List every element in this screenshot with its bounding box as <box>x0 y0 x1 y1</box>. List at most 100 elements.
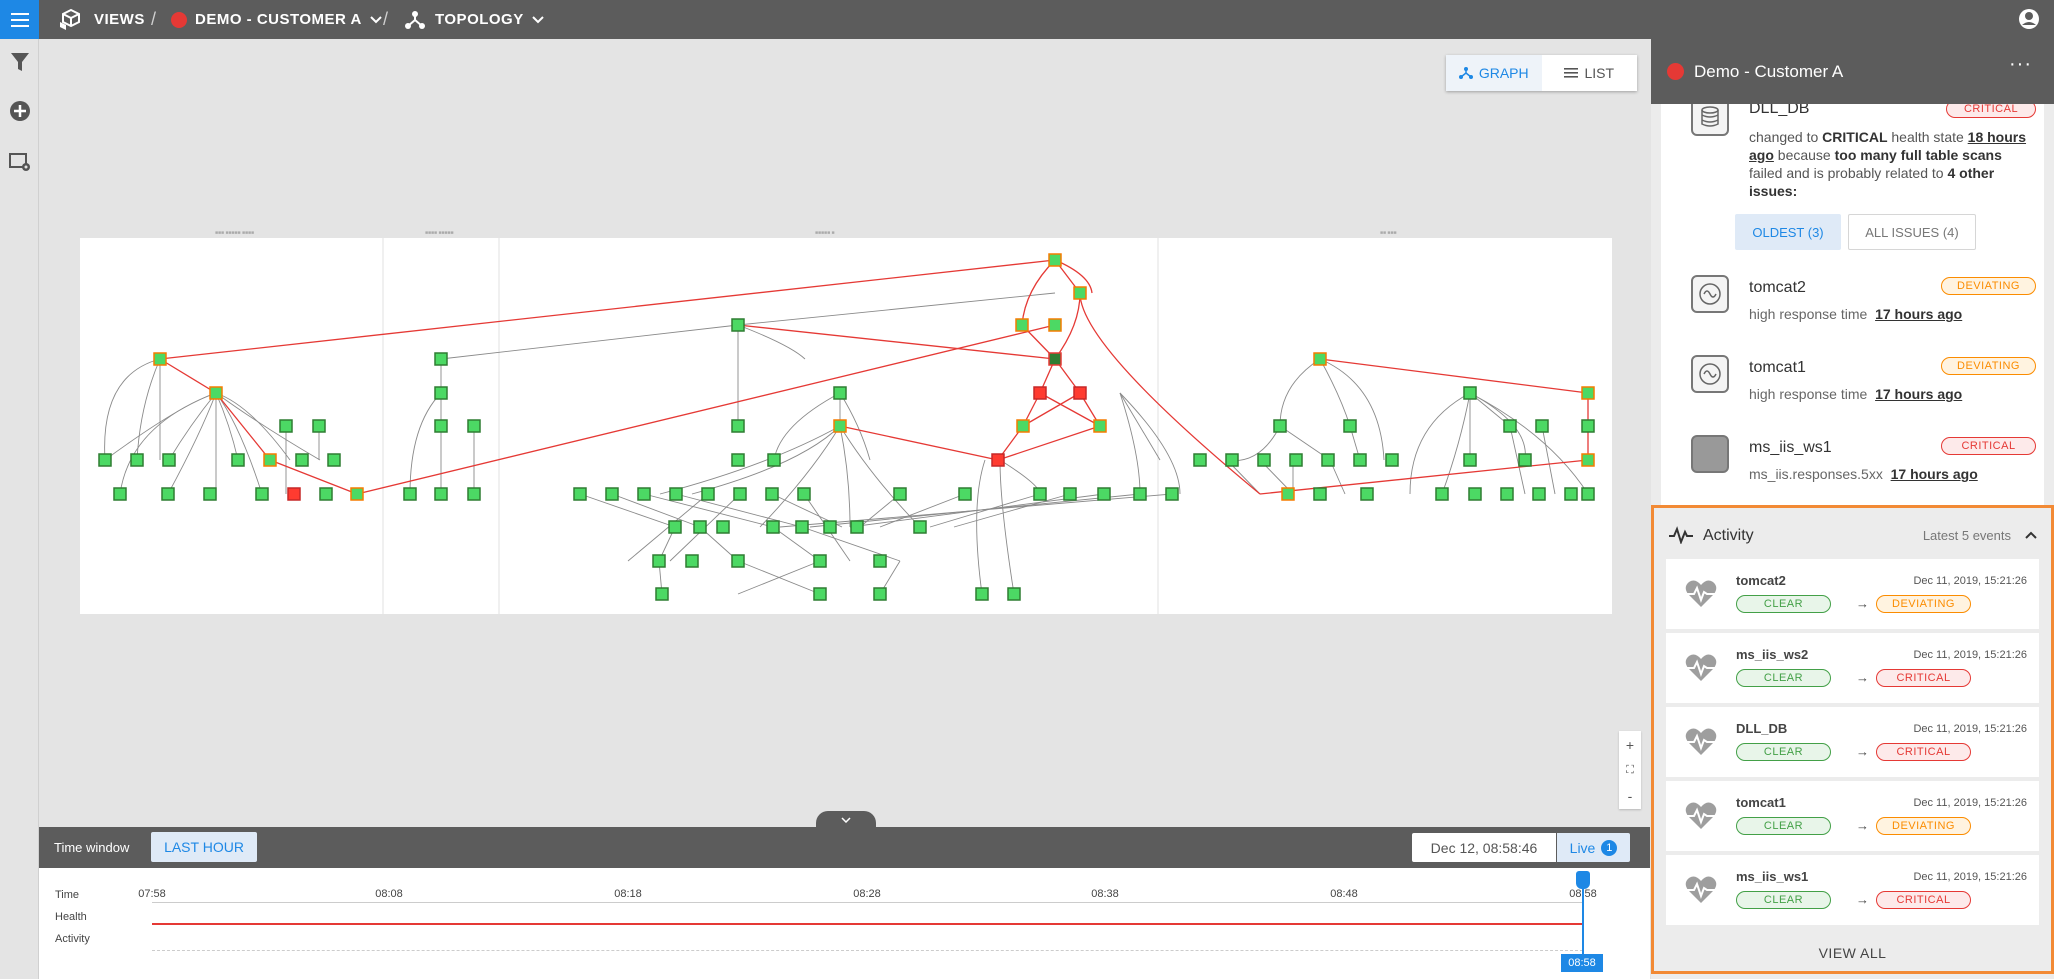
topology-node[interactable] <box>1273 419 1287 433</box>
current-date[interactable]: Dec 12, 08:58:46 <box>1412 833 1556 862</box>
topology-node[interactable] <box>1435 487 1449 501</box>
topology-node[interactable] <box>1532 487 1546 501</box>
topology-node[interactable] <box>1015 318 1029 332</box>
topology-node[interactable] <box>766 520 780 534</box>
settings-icon[interactable] <box>7 149 33 175</box>
topology-node[interactable] <box>350 487 364 501</box>
topology-node[interactable] <box>850 520 864 534</box>
topology-node[interactable] <box>813 554 827 568</box>
topology-node[interactable] <box>434 419 448 433</box>
filter-icon[interactable] <box>7 49 33 75</box>
topology-node[interactable] <box>669 487 683 501</box>
topology-node[interactable] <box>279 419 293 433</box>
topology-node[interactable] <box>1353 453 1367 467</box>
topology-node[interactable] <box>1313 487 1327 501</box>
topology-node[interactable] <box>731 419 745 433</box>
topology-node[interactable] <box>652 554 666 568</box>
topology-node[interactable] <box>434 487 448 501</box>
topology-node[interactable] <box>975 587 989 601</box>
topology-node[interactable] <box>573 487 587 501</box>
topology-node[interactable] <box>1073 286 1087 300</box>
topology-node[interactable] <box>797 487 811 501</box>
zoom-out-icon[interactable]: - <box>1628 788 1633 804</box>
topology-node[interactable] <box>203 487 217 501</box>
topology-node[interactable] <box>833 386 847 400</box>
add-icon[interactable] <box>7 98 33 124</box>
timeline[interactable]: Time Health Activity 07:58 08:08 08:18 0… <box>39 868 1650 979</box>
topology-node[interactable] <box>467 487 481 501</box>
topology-node[interactable] <box>209 386 223 400</box>
topology-node[interactable] <box>1581 419 1595 433</box>
chevron-up-icon[interactable] <box>2025 531 2037 539</box>
topology-node[interactable] <box>958 487 972 501</box>
topology-node[interactable] <box>1581 386 1595 400</box>
topology-node[interactable] <box>1033 386 1047 400</box>
activity-item[interactable]: DLL_DB Dec 11, 2019, 15:21:26 CLEAR → CRITIC… <box>1666 707 2039 777</box>
topology-node[interactable] <box>434 386 448 400</box>
topology-node[interactable] <box>1093 419 1107 433</box>
topology-node[interactable] <box>1535 419 1549 433</box>
timeline-cursor-handle[interactable] <box>1576 871 1590 889</box>
tab-all-issues[interactable]: ALL ISSUES (4) <box>1848 214 1976 250</box>
topology-node[interactable] <box>1463 386 1477 400</box>
topology-node[interactable] <box>1048 253 1062 267</box>
topology-node[interactable] <box>731 318 745 332</box>
topology-node[interactable] <box>113 487 127 501</box>
topology-node[interactable] <box>255 487 269 501</box>
time-link[interactable]: 17 hours ago <box>1875 386 1962 402</box>
topology-node[interactable] <box>327 453 341 467</box>
topology-node[interactable] <box>731 554 745 568</box>
topology-node[interactable] <box>98 453 112 467</box>
breadcrumb-customer[interactable]: DEMO - CUSTOMER A <box>171 0 382 39</box>
view-all-button[interactable]: VIEW ALL <box>1666 935 2039 971</box>
topology-node[interactable] <box>1463 453 1477 467</box>
topology-node[interactable] <box>1281 487 1295 501</box>
topology-node[interactable] <box>153 352 167 366</box>
topology-node[interactable] <box>1048 318 1062 332</box>
time-link[interactable]: 17 hours ago <box>1875 306 1962 322</box>
more-options-icon[interactable]: ··· <box>2009 53 2032 76</box>
topology-node[interactable] <box>1165 487 1179 501</box>
topology-node[interactable] <box>434 352 448 366</box>
topology-node[interactable] <box>162 453 176 467</box>
topology-node[interactable] <box>1468 487 1482 501</box>
activity-item[interactable]: ms_iis_ws2 Dec 11, 2019, 15:21:26 CLEAR → CR… <box>1666 633 2039 703</box>
topology-node[interactable] <box>1073 386 1087 400</box>
topology-node[interactable] <box>1343 419 1357 433</box>
graph-view-button[interactable]: GRAPH <box>1446 55 1542 91</box>
activity-item[interactable]: ms_iis_ws1 Dec 11, 2019, 15:21:26 CLEAR → CR… <box>1666 855 2039 925</box>
topology-node[interactable] <box>1581 453 1595 467</box>
topology-node[interactable] <box>701 487 715 501</box>
topology-node[interactable] <box>873 554 887 568</box>
topology-node[interactable] <box>1257 453 1271 467</box>
topology-node[interactable] <box>1518 453 1532 467</box>
topology-node[interactable] <box>833 419 847 433</box>
topology-node[interactable] <box>893 487 907 501</box>
topology-node[interactable] <box>668 520 682 534</box>
last-hour-button[interactable]: LAST HOUR <box>151 832 257 862</box>
activity-item[interactable]: tomcat1 Dec 11, 2019, 15:21:26 CLEAR → DEVIA… <box>1666 781 2039 851</box>
topology-node[interactable] <box>655 587 669 601</box>
topology-node[interactable] <box>767 453 781 467</box>
topology-node[interactable] <box>1007 587 1021 601</box>
topology-node[interactable] <box>1033 487 1047 501</box>
topology-node[interactable] <box>765 487 779 501</box>
topology-node[interactable] <box>795 520 809 534</box>
menu-icon[interactable] <box>0 0 39 39</box>
topology-node[interactable] <box>1385 453 1399 467</box>
topology-node[interactable] <box>1193 453 1207 467</box>
topology-node[interactable] <box>1564 487 1578 501</box>
topology-node[interactable] <box>1097 487 1111 501</box>
topology-node[interactable] <box>263 453 277 467</box>
topology-node[interactable] <box>319 487 333 501</box>
topology-node[interactable] <box>467 419 481 433</box>
topology-node[interactable] <box>913 520 927 534</box>
topology-node[interactable] <box>823 520 837 534</box>
topology-node[interactable] <box>637 487 651 501</box>
topology-node[interactable] <box>1016 419 1030 433</box>
topology-node[interactable] <box>312 419 326 433</box>
topology-node[interactable] <box>287 487 301 501</box>
topology-node[interactable] <box>731 453 745 467</box>
topology-node[interactable] <box>1581 487 1595 501</box>
topology-node[interactable] <box>733 487 747 501</box>
